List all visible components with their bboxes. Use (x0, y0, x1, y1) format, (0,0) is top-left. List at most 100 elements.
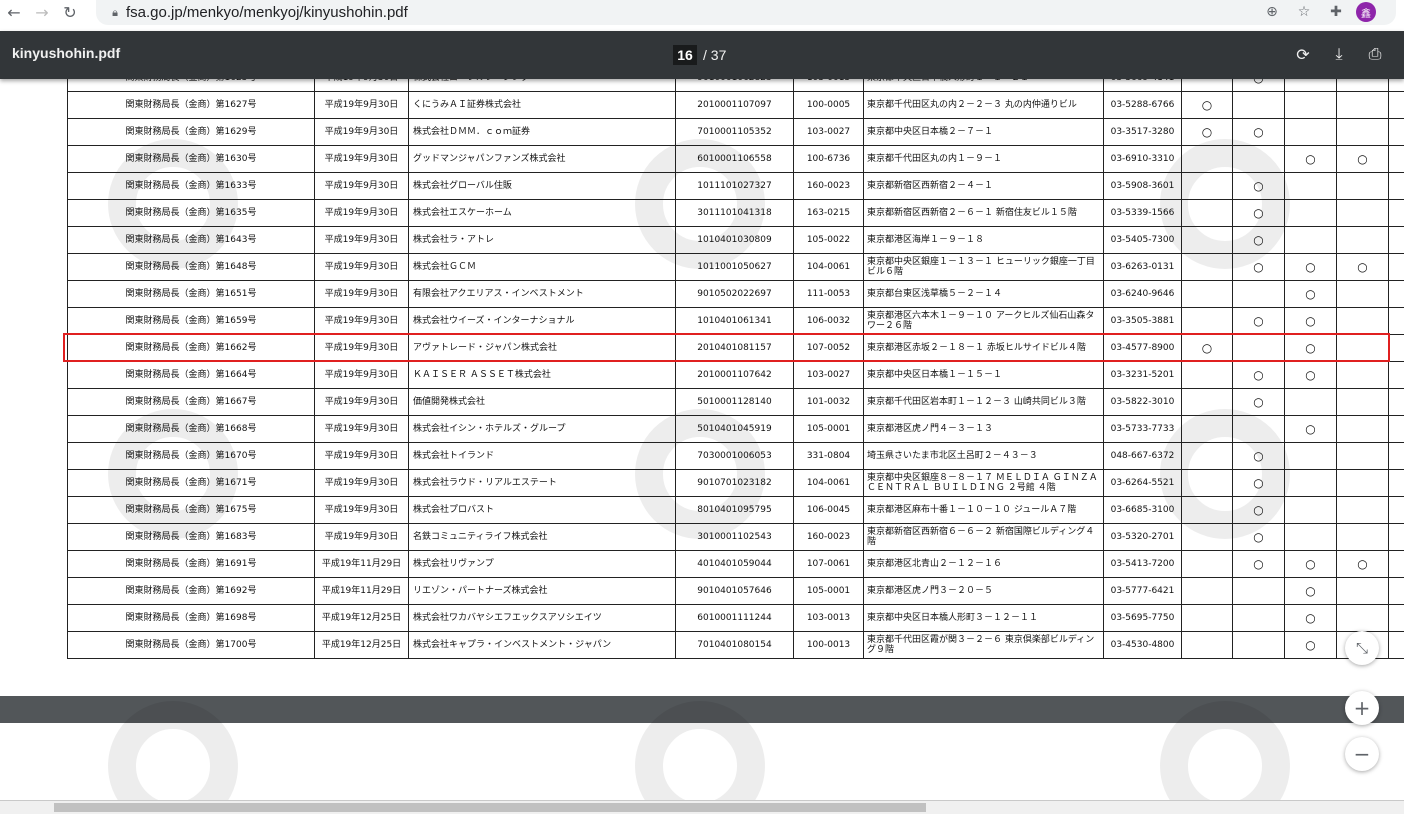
business-type-mark-cell (1388, 551, 1404, 577)
registration-number-cell: 関東財務局長（金商）第1667号 (67, 389, 314, 415)
business-type-mark-cell (1388, 632, 1404, 658)
business-type-mark-cell (1232, 416, 1284, 442)
corporate-number-cell: 9010401057646 (675, 578, 793, 604)
phone-cell: 03-5695-7750 (1103, 605, 1181, 631)
forward-arrow-icon[interactable]: → (28, 0, 56, 25)
page-number-input[interactable]: 16 (673, 45, 697, 65)
corporate-number-cell: 3011101041318 (675, 200, 793, 226)
business-type-mark-cell (1284, 389, 1336, 415)
address-cell: 東京都中央区日本橋人形町３－１２－１１ (863, 605, 1103, 631)
business-type-mark-cell: ○ (1232, 254, 1284, 280)
circle-mark: ○ (1305, 611, 1316, 625)
table-row: 関東財務局長（金商）第1664号 平成19年9月30日 ＫＡＩＳＥＲ ＡＳＳＥＴ株式… (67, 362, 1404, 389)
table-row: 関東財務局長（金商）第1629号 平成19年9月30日 株式会社ＤＭＭ．ｃｏｍ証券 7… (67, 119, 1404, 146)
business-type-mark-cell: ○ (1284, 254, 1336, 280)
business-type-mark-cell: ○ (1284, 578, 1336, 604)
phone-cell: 03-5777-6421 (1103, 578, 1181, 604)
table-row: 関東財務局長（金商）第1627号 平成19年9月30日 くにうみＡＩ証券株式会社 20… (67, 92, 1404, 119)
business-type-mark-cell (1336, 605, 1388, 631)
registration-date-cell: 平成19年9月30日 (314, 308, 408, 334)
business-type-mark-cell (1181, 200, 1232, 226)
company-name-cell: 株式会社グローバル住販 (408, 173, 675, 199)
business-type-mark-cell (1284, 227, 1336, 253)
registration-date-cell: 平成19年9月30日 (314, 281, 408, 307)
corporate-number-cell: 2010401081157 (675, 335, 793, 361)
registration-date-cell: 平成19年12月25日 (314, 605, 408, 631)
circle-mark: ○ (1253, 503, 1264, 517)
url-text[interactable]: fsa.go.jp/menkyo/menkyoj/kinyushohin.pdf (126, 4, 408, 21)
phone-cell: 03-5405-7300 (1103, 227, 1181, 253)
zoom-icon[interactable]: ⊕ (1260, 2, 1284, 22)
address-cell: 東京都中央区日本橋２－７－１ (863, 119, 1103, 145)
registration-number-cell: 関東財務局長（金商）第1643号 (67, 227, 314, 253)
business-type-mark-cell (1388, 227, 1404, 253)
corporate-number-cell: 9010701023182 (675, 470, 793, 496)
registration-number-cell: 関東財務局長（金商）第1691号 (67, 551, 314, 577)
company-name-cell: 名鉄コミュニティライフ株式会社 (408, 524, 675, 550)
business-type-mark-cell (1232, 281, 1284, 307)
corporate-number-cell: 8010401095795 (675, 497, 793, 523)
business-type-mark-cell: ○ (1232, 200, 1284, 226)
address-cell: 東京都新宿区西新宿２－４－１ (863, 173, 1103, 199)
table-row: 関東財務局長（金商）第1635号 平成19年9月30日 株式会社エスケーホーム 301… (67, 200, 1404, 227)
table-row: 関東財務局長（金商）第1633号 平成19年9月30日 株式会社グローバル住販 101… (67, 173, 1404, 200)
postal-code-cell: 105-0022 (793, 227, 863, 253)
scrollbar-thumb[interactable] (54, 803, 926, 812)
corporate-number-cell: 1010401061341 (675, 308, 793, 334)
registration-number-cell: 関東財務局長（金商）第1651号 (67, 281, 314, 307)
page-total: / 37 (703, 47, 727, 63)
fit-page-icon[interactable]: ⤡ (1345, 631, 1379, 665)
corporate-number-cell: 1011001050627 (675, 254, 793, 280)
circle-mark: ○ (1201, 98, 1213, 112)
bookmark-star-icon[interactable]: ☆ (1292, 2, 1316, 22)
registration-date-cell: 平成19年11月29日 (314, 578, 408, 604)
rotate-icon[interactable]: ⟳ (1292, 43, 1314, 65)
circle-mark: ○ (1253, 179, 1264, 193)
business-type-mark-cell (1336, 227, 1388, 253)
business-type-mark-cell: ○ (1284, 605, 1336, 631)
company-name-cell: 株式会社ＧＣＭ (408, 254, 675, 280)
lock-icon[interactable]: 🔒︎ (104, 6, 126, 20)
address-bar[interactable]: 🔒︎ fsa.go.jp/menkyo/menkyoj/kinyushohin.… (96, 0, 1396, 25)
table-row: 関東財務局長（金商）第1648号 平成19年9月30日 株式会社ＧＣＭ 1011001… (67, 254, 1404, 281)
circle-mark: ○ (1201, 341, 1213, 355)
page-navigator: 16 / 37 (673, 45, 726, 65)
business-type-mark-cell (1336, 470, 1388, 496)
circle-mark: ○ (1305, 368, 1316, 382)
address-cell: 東京都港区赤坂２－１８－１ 赤坂ヒルサイドビル４階 (863, 335, 1103, 361)
business-type-mark-cell (1388, 470, 1404, 496)
phone-cell: 03-4577-8900 (1103, 335, 1181, 361)
company-name-cell: 株式会社ラウド・リアルエステート (408, 470, 675, 496)
print-icon[interactable]: ⎙ (1364, 43, 1386, 65)
circle-mark: ○ (1357, 260, 1368, 274)
postal-code-cell: 104-0061 (793, 470, 863, 496)
address-cell: 東京都港区北青山２－１２－１６ (863, 551, 1103, 577)
circle-mark: ○ (1253, 79, 1263, 84)
pdf-viewer[interactable]: 関東財務局長（金商）第1625号平成19年9月30日株式会社ローレルレーシング9… (0, 79, 1404, 814)
address-cell: 東京都港区虎ノ門４－３－１３ (863, 416, 1103, 442)
business-type-mark-cell (1232, 146, 1284, 172)
phone-cell: 03-3505-3881 (1103, 308, 1181, 334)
profile-avatar[interactable]: 鑫 (1356, 2, 1376, 22)
postal-code-cell: 106-0032 (793, 308, 863, 334)
address-cell: 東京都港区六本木１－９－１０ アークヒルズ仙石山森タワー２６階 (863, 308, 1103, 334)
postal-code-cell: 100-0013 (793, 632, 863, 658)
phone-cell: 03-5413-7200 (1103, 551, 1181, 577)
business-type-mark-cell (1181, 632, 1232, 658)
download-icon[interactable]: ⤓ (1328, 43, 1350, 65)
registration-date-cell: 平成19年9月30日 (314, 416, 408, 442)
back-arrow-icon[interactable]: ← (0, 0, 28, 25)
business-type-mark-cell (1388, 92, 1404, 118)
business-type-mark-cell (1388, 79, 1404, 91)
business-type-mark-cell (1336, 362, 1388, 388)
registration-date-cell: 平成19年9月30日 (314, 227, 408, 253)
extensions-icon[interactable]: ✚ (1324, 2, 1348, 22)
zoom-out-icon[interactable]: − (1345, 737, 1379, 771)
business-type-mark-cell: ○ (1284, 416, 1336, 442)
business-type-mark-cell (1284, 497, 1336, 523)
reload-icon[interactable]: ↻ (56, 0, 84, 25)
business-type-mark-cell (1336, 200, 1388, 226)
zoom-in-icon[interactable]: + (1345, 691, 1379, 725)
business-type-mark-cell (1388, 524, 1404, 550)
postal-code-cell: 100-0005 (793, 92, 863, 118)
